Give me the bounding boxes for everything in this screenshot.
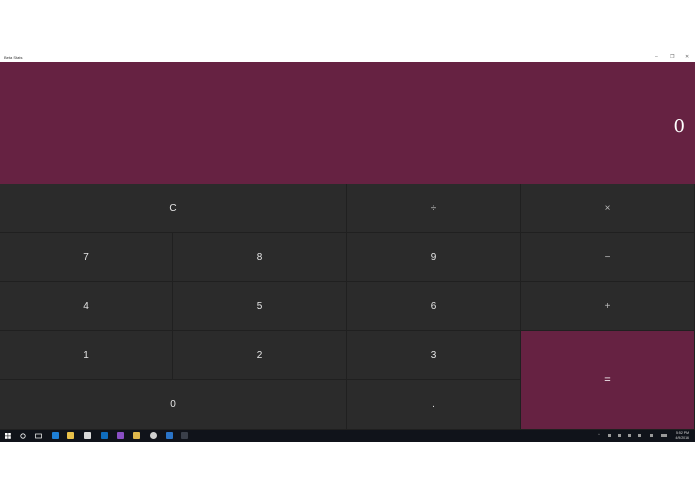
edge-icon[interactable] bbox=[52, 432, 59, 439]
taskbar: ^ 5:52 PM 4/9/2016 bbox=[0, 430, 695, 442]
clock-date: 4/9/2016 bbox=[675, 435, 689, 440]
wifi-icon[interactable] bbox=[638, 434, 641, 437]
digit-9-button[interactable]: 9 bbox=[347, 233, 521, 282]
digit-8-button[interactable]: 8 bbox=[173, 233, 347, 282]
minimize-button[interactable]: – bbox=[655, 54, 658, 60]
digit-1-button[interactable]: 1 bbox=[0, 331, 173, 380]
task-view-icon[interactable] bbox=[35, 433, 42, 439]
restore-button[interactable]: ❐ bbox=[670, 54, 674, 60]
chevron-up-icon[interactable]: ^ bbox=[598, 432, 600, 437]
digit-0-button[interactable]: 0 bbox=[0, 380, 347, 430]
display-value: 0 bbox=[673, 116, 685, 137]
clock[interactable]: 5:52 PM 4/9/2016 bbox=[675, 431, 689, 440]
minus-button[interactable]: − bbox=[521, 233, 695, 282]
window-title: Beta Stats bbox=[4, 55, 23, 60]
clock-time: 5:52 PM bbox=[675, 431, 689, 435]
search-icon[interactable] bbox=[20, 433, 26, 439]
store-icon[interactable] bbox=[84, 432, 91, 439]
active-app-icon[interactable] bbox=[181, 432, 188, 439]
volume-icon[interactable] bbox=[628, 434, 631, 437]
close-button[interactable]: ✕ bbox=[685, 54, 689, 60]
file-explorer-icon[interactable] bbox=[67, 432, 74, 439]
digit-7-button[interactable]: 7 bbox=[0, 233, 173, 282]
title-bar: Beta Stats – ❐ ✕ bbox=[0, 52, 695, 62]
digit-2-button[interactable]: 2 bbox=[173, 331, 347, 380]
clear-button[interactable]: C bbox=[0, 184, 347, 233]
visual-studio-icon[interactable] bbox=[117, 432, 124, 439]
outlook-icon[interactable] bbox=[101, 432, 108, 439]
photos-icon[interactable] bbox=[133, 432, 140, 439]
notification-icon[interactable] bbox=[650, 434, 653, 437]
plus-button[interactable]: + bbox=[521, 282, 695, 331]
digit-6-button[interactable]: 6 bbox=[347, 282, 521, 331]
keyboard-icon[interactable] bbox=[661, 434, 667, 437]
digit-4-button[interactable]: 4 bbox=[0, 282, 173, 331]
divide-button[interactable]: ÷ bbox=[347, 184, 521, 233]
vscode-icon[interactable] bbox=[166, 432, 173, 439]
windows-logo-icon[interactable] bbox=[5, 433, 11, 439]
network-icon[interactable] bbox=[608, 434, 611, 437]
multiply-button[interactable]: × bbox=[521, 184, 695, 233]
keypad: C ÷ × 7 8 9 − 4 5 6 + 1 2 3 = 0 . bbox=[0, 184, 695, 430]
app-icon[interactable] bbox=[150, 432, 157, 439]
battery-icon[interactable] bbox=[618, 434, 621, 437]
decimal-button[interactable]: . bbox=[347, 380, 521, 430]
digit-5-button[interactable]: 5 bbox=[173, 282, 347, 331]
result-display: 0 bbox=[0, 62, 695, 184]
screen: { "window": { "title": "Beta Stats", "co… bbox=[0, 0, 695, 494]
calculator-window: Beta Stats – ❐ ✕ 0 C ÷ × 7 8 9 − 4 5 6 +… bbox=[0, 52, 695, 430]
digit-3-button[interactable]: 3 bbox=[347, 331, 521, 380]
equals-button[interactable]: = bbox=[521, 331, 695, 430]
